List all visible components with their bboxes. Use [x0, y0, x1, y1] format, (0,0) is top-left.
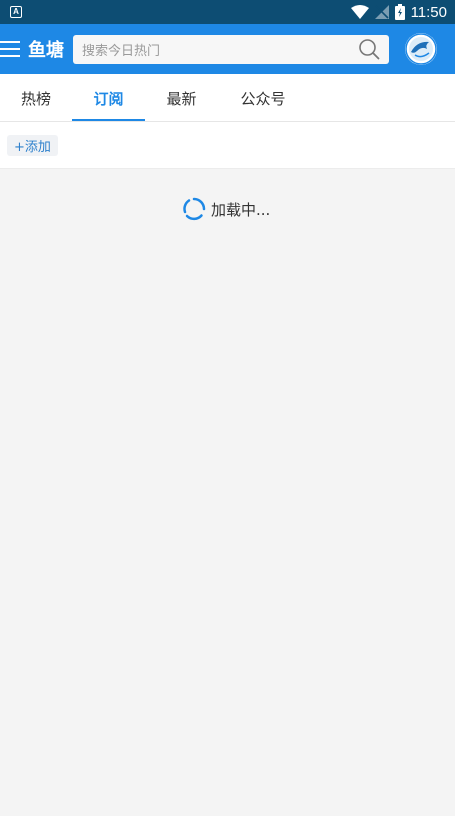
dolphin-logo-icon — [405, 33, 437, 65]
status-bar: A 11:50 — [0, 0, 455, 24]
tab-subscribe[interactable]: 订阅 — [72, 74, 145, 122]
subscribe-toolbar: +添加 — [0, 122, 455, 169]
active-tab-indicator — [72, 119, 145, 121]
tab-bar: 热榜 订阅 最新 公众号 — [0, 74, 455, 122]
wifi-icon — [350, 5, 369, 19]
search-icon[interactable] — [358, 38, 380, 60]
notification-a-icon: A — [10, 6, 22, 18]
loading-spinner-icon — [183, 197, 206, 221]
tab-latest[interactable]: 最新 — [145, 74, 218, 122]
tab-hot[interactable]: 热榜 — [0, 74, 72, 122]
status-time: 11:50 — [410, 3, 447, 21]
tab-official-accounts[interactable]: 公众号 — [218, 74, 308, 122]
loading-indicator: 加载中... — [182, 197, 270, 221]
content-area: 加载中... — [0, 170, 455, 816]
avatar[interactable] — [405, 33, 437, 65]
loading-text: 加载中... — [211, 200, 271, 219]
add-subscription-button[interactable]: +添加 — [7, 135, 58, 156]
search-input[interactable]: 搜索今日热门 — [82, 40, 358, 59]
search-bar[interactable]: 搜索今日热门 — [73, 34, 389, 64]
top-app-bar: 鱼塘 搜索今日热门 — [0, 24, 455, 74]
signal-off-icon — [374, 5, 389, 19]
menu-icon[interactable] — [0, 38, 22, 60]
battery-charging-icon — [394, 4, 405, 20]
app-brand: 鱼塘 — [28, 40, 64, 61]
